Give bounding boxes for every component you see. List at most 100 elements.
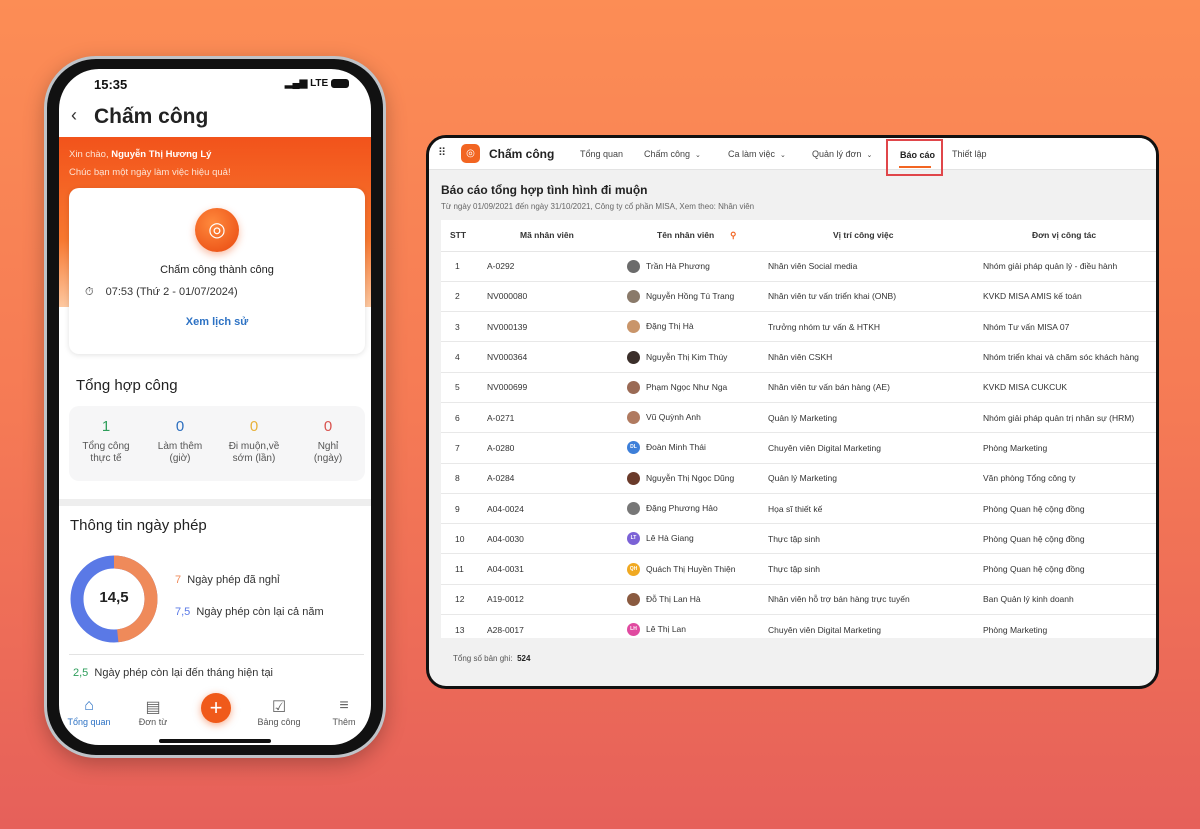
table-row[interactable]: 3 NV000139 Đặng Thị Hà Trưởng nhóm tư vấ…: [441, 311, 1156, 343]
cell-name: DL Đoàn Minh Thái: [627, 432, 765, 464]
stat-item: 0 Làm thêm (giờ): [143, 418, 217, 465]
menu-icon: ≡: [339, 697, 349, 714]
col-name[interactable]: Tên nhân viên ⚲: [627, 220, 765, 252]
cell-stt: 3: [441, 311, 487, 343]
legend-used: 7 Ngày phép đã nghỉ: [175, 574, 280, 586]
nav-label: Tổng quan: [67, 717, 111, 727]
cell-unit: Phòng Marketing: [980, 614, 1156, 638]
nav-tong-quan[interactable]: Tổng quan: [580, 149, 623, 159]
apps-grid-icon[interactable]: ⠿: [438, 146, 446, 159]
stat-item: 1 Tổng công thực tế: [69, 418, 143, 465]
checkin-card: ◎ Chấm công thành công ⏱ 07:53 (Thứ 2 - 0…: [69, 188, 365, 354]
web-app-window: ⠿ ◎ Chấm công Tổng quan Chấm công ⌄ Ca là…: [426, 135, 1159, 689]
nav-requests[interactable]: ▤ Đơn từ: [123, 697, 183, 727]
cell-name: Đỗ Thị Lan Hà: [627, 584, 765, 616]
avatar: QH: [627, 562, 640, 576]
fingerprint-icon[interactable]: ◎: [195, 208, 239, 252]
col-position[interactable]: Vị trí công việc: [765, 220, 980, 252]
table-row[interactable]: 11 A04-0031 QH Quách Thị Huyền Thiện Thực…: [441, 553, 1156, 585]
stat-label-line1: Làm thêm: [157, 441, 203, 452]
stat-label: Đi muộn,về sớm (lần): [217, 441, 291, 465]
cell-stt: 1: [441, 251, 487, 282]
cell-position: Quản lý Marketing: [765, 463, 980, 494]
remaining-year-label: Ngày phép còn lại cả năm: [196, 606, 324, 618]
checkin-status: Chấm công thành công: [160, 264, 274, 276]
nav-quan-ly-don[interactable]: Quản lý đơn ⌄: [812, 149, 872, 159]
user-name: Nguyễn Thị Hương Lý: [111, 149, 212, 160]
pin-icon[interactable]: ⚲: [730, 230, 736, 240]
col-name-label: Tên nhân viên: [657, 229, 715, 240]
stat-label: Tổng công thực tế: [69, 441, 143, 465]
cell-name: Nguyễn Thị Ngọc Dũng: [627, 463, 765, 494]
table-row[interactable]: 8 A-0284 Nguyễn Thị Ngọc Dũng Quản lý Ma…: [441, 463, 1156, 494]
table-row[interactable]: 13 A28-0017 LH Lê Thị Lan Chuyên viên Dig…: [441, 614, 1156, 638]
avatar: [627, 380, 640, 394]
battery-icon: [331, 78, 349, 88]
add-button[interactable]: +: [201, 693, 231, 723]
avatar: [627, 350, 640, 364]
history-link[interactable]: Xem lịch sử: [69, 316, 365, 328]
employee-name: Nguyễn Thị Ngọc Dũng: [646, 472, 735, 483]
app-logo-icon: ◎: [461, 144, 480, 163]
nav-label: Thiết lập: [952, 149, 987, 159]
cell-code: NV000139: [487, 311, 627, 343]
cell-stt: 2: [441, 281, 487, 313]
cell-unit: Nhóm giải pháp quản trị nhân sự (HRM): [980, 402, 1156, 434]
nav-thiet-lap[interactable]: Thiết lập: [952, 149, 987, 159]
chevron-down-icon: ⌄: [695, 152, 701, 159]
network-label: LTE: [310, 78, 329, 89]
avatar: [627, 289, 640, 303]
nav-overview[interactable]: ⌂ Tổng quan: [59, 697, 119, 727]
phone-mockup: 15:35 ▂▄▆ LTE ‹ Chấm công Xin chào, Nguy…: [44, 56, 386, 758]
cell-name: LH Lê Thị Lan: [627, 614, 765, 638]
table-row[interactable]: 12 A19-0012 Đỗ Thị Lan Hà Nhân viên hỗ t…: [441, 584, 1156, 616]
stat-label: Nghỉ (ngày): [291, 441, 365, 465]
table-header: STT Mã nhân viên Tên nhân viên ⚲ Vị trí c…: [441, 220, 1156, 252]
table-row[interactable]: 5 NV000699 Phạm Ngọc Như Nga Nhân viên t…: [441, 372, 1156, 403]
table-row[interactable]: 9 A04-0024 Đặng Phương Hảo Họa sĩ thiết …: [441, 493, 1156, 525]
col-code[interactable]: Mã nhân viên: [487, 220, 627, 252]
nav-label: Bảng công: [257, 717, 301, 727]
cell-code: A-0280: [487, 432, 627, 464]
cell-name: Phạm Ngọc Như Nga: [627, 372, 765, 403]
stat-label-line2: sớm (lần): [232, 453, 276, 464]
cell-position: Họa sĩ thiết kế: [765, 493, 980, 525]
employee-name: Đặng Thị Hà: [646, 320, 694, 331]
nav-more[interactable]: ≡ Thêm: [314, 697, 371, 727]
stat-label-line1: Tổng công: [82, 441, 130, 452]
avatar: [627, 411, 640, 425]
table-row[interactable]: 1 A-0292 Trần Hà Phương Nhân viên Social…: [441, 251, 1156, 282]
stat-label-line1: Nghỉ: [317, 441, 339, 452]
cell-stt: 13: [441, 614, 487, 638]
nav-cham-cong[interactable]: Chấm công ⌄: [644, 149, 701, 159]
table-row[interactable]: 6 A-0271 Vũ Quỳnh Anh Quản lý Marketing …: [441, 402, 1156, 434]
nav-bao-cao[interactable]: Báo cáo: [886, 139, 943, 176]
col-stt[interactable]: STT: [441, 220, 487, 252]
table-row[interactable]: 10 A04-0030 LT Lê Hà Giang Thực tập sinh …: [441, 523, 1156, 555]
col-unit[interactable]: Đơn vị công tác: [980, 220, 1156, 252]
nav-label: Chấm công: [644, 149, 691, 159]
cell-position: Nhân viên tư vấn bán hàng (AE): [765, 372, 980, 403]
section-divider: [59, 499, 371, 506]
cell-unit: Phòng Quan hệ cộng đồng: [980, 553, 1156, 585]
nav-ca-lam-viec[interactable]: Ca làm việc ⌄: [728, 149, 786, 159]
employee-name: Nguyễn Thị Kim Thúy: [646, 351, 728, 362]
back-icon[interactable]: ‹: [71, 105, 77, 126]
nav-timesheet[interactable]: ☑ Bảng công: [249, 697, 309, 727]
divider: [69, 654, 364, 655]
greeting-prefix: Xin chào,: [69, 149, 109, 160]
cell-code: A-0284: [487, 463, 627, 494]
cell-stt: 11: [441, 553, 487, 585]
table-row[interactable]: 4 NV000364 Nguyễn Thị Kim Thúy Nhân viên…: [441, 341, 1156, 373]
remaining-month-value: 2,5: [73, 667, 89, 679]
home-indicator: [159, 739, 271, 743]
cell-name: Vũ Quỳnh Anh: [627, 402, 765, 434]
avatar: [627, 320, 640, 334]
status-time: 15:35: [94, 77, 128, 92]
cell-code: A28-0017: [487, 614, 627, 638]
avatar: LH: [627, 623, 640, 637]
table-row[interactable]: 2 NV000080 Nguyễn Hồng Tú Trang Nhân viê…: [441, 281, 1156, 313]
stat-value: 1: [101, 418, 111, 435]
cell-code: A-0292: [487, 251, 627, 282]
table-row[interactable]: 7 A-0280 DL Đoàn Minh Thái Chuyên viên Di…: [441, 432, 1156, 464]
